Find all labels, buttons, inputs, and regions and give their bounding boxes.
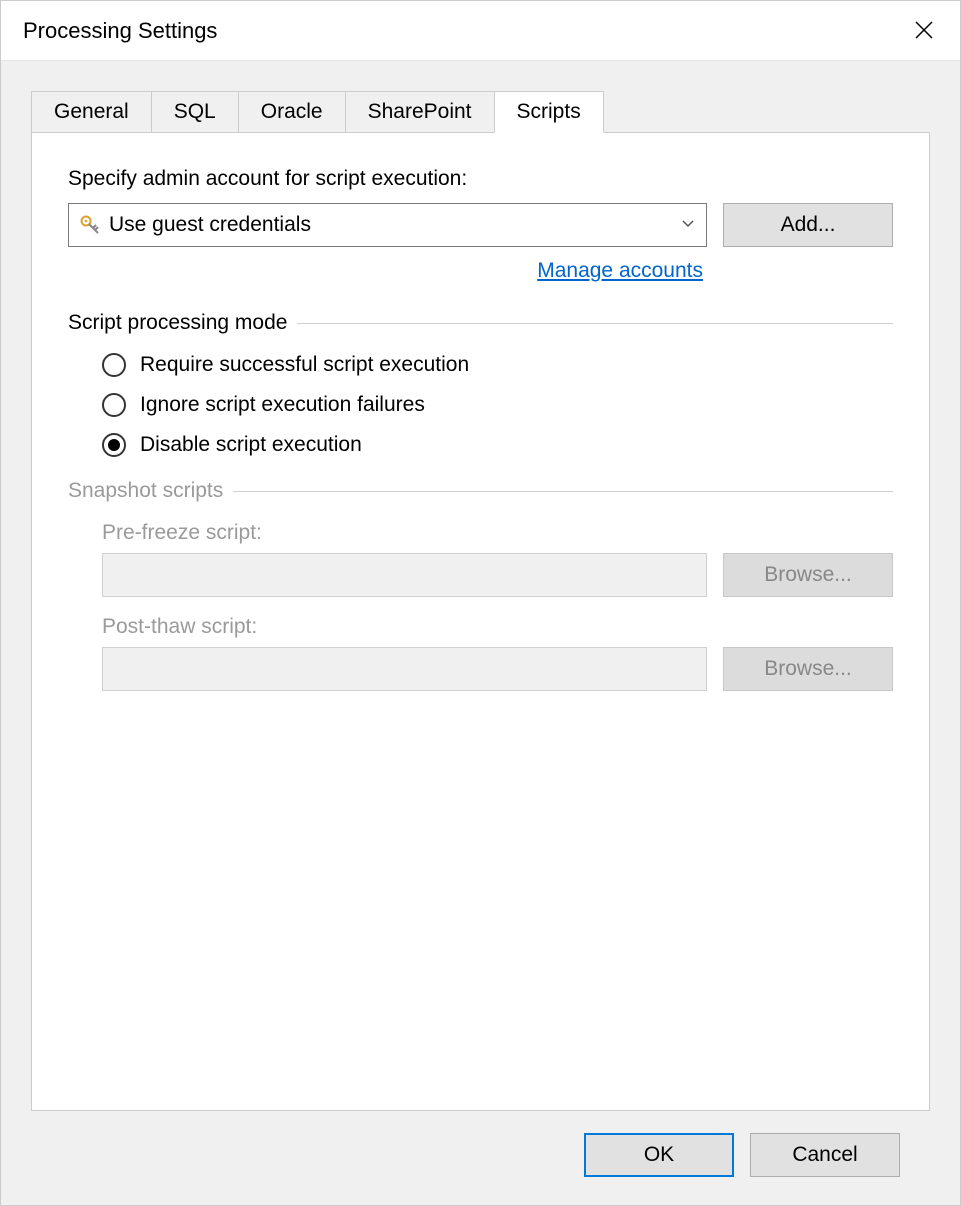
admin-account-label: Specify admin account for script executi… — [68, 167, 893, 191]
add-account-button[interactable]: Add... — [723, 203, 893, 247]
tab-oracle[interactable]: Oracle — [238, 91, 346, 133]
manage-accounts-row: Manage accounts — [68, 259, 893, 283]
tabs-row: General SQL Oracle SharePoint Scripts — [31, 91, 930, 133]
pre-freeze-input — [102, 553, 707, 597]
snapshot-title: Snapshot scripts — [68, 479, 223, 503]
chevron-down-icon — [680, 215, 696, 236]
processing-mode-title: Script processing mode — [68, 311, 287, 335]
radio-label: Disable script execution — [140, 433, 362, 457]
radio-disable-execution[interactable]: Disable script execution — [102, 433, 893, 457]
snapshot-section: Pre-freeze script: Browse... Post-thaw s… — [68, 521, 893, 691]
admin-account-selected: Use guest credentials — [109, 213, 680, 237]
snapshot-header: Snapshot scripts — [68, 479, 893, 503]
post-thaw-browse-button: Browse... — [723, 647, 893, 691]
pre-freeze-row: Browse... — [102, 553, 893, 597]
content-area: General SQL Oracle SharePoint Scripts Sp… — [1, 61, 960, 1205]
admin-account-combo[interactable]: Use guest credentials — [68, 203, 707, 247]
pre-freeze-browse-button: Browse... — [723, 553, 893, 597]
tab-scripts[interactable]: Scripts — [494, 91, 604, 133]
admin-account-row: Use guest credentials Add... — [68, 203, 893, 247]
tab-sharepoint[interactable]: SharePoint — [345, 91, 495, 133]
close-icon — [914, 20, 934, 40]
key-icon — [79, 214, 101, 236]
close-button[interactable] — [906, 13, 942, 49]
manage-accounts-link[interactable]: Manage accounts — [537, 259, 703, 282]
radio-icon — [102, 353, 126, 377]
processing-mode-header: Script processing mode — [68, 311, 893, 335]
post-thaw-input — [102, 647, 707, 691]
tab-general[interactable]: General — [31, 91, 152, 133]
cancel-button[interactable]: Cancel — [750, 1133, 900, 1177]
radio-icon — [102, 433, 126, 457]
titlebar: Processing Settings — [1, 1, 960, 61]
radio-label: Require successful script execution — [140, 353, 469, 377]
post-thaw-label: Post-thaw script: — [102, 615, 893, 639]
window-title: Processing Settings — [23, 18, 217, 44]
tab-sql[interactable]: SQL — [151, 91, 239, 133]
radio-ignore-failures[interactable]: Ignore script execution failures — [102, 393, 893, 417]
radio-label: Ignore script execution failures — [140, 393, 425, 417]
divider — [297, 323, 893, 324]
processing-mode-radios: Require successful script execution Igno… — [68, 353, 893, 457]
post-thaw-row: Browse... — [102, 647, 893, 691]
radio-require-success[interactable]: Require successful script execution — [102, 353, 893, 377]
tab-panel-scripts: Specify admin account for script executi… — [31, 132, 930, 1111]
divider — [233, 491, 893, 492]
radio-icon — [102, 393, 126, 417]
pre-freeze-label: Pre-freeze script: — [102, 521, 893, 545]
dialog-footer: OK Cancel — [31, 1111, 930, 1205]
ok-button[interactable]: OK — [584, 1133, 734, 1177]
processing-settings-dialog: Processing Settings General SQL Oracle S… — [0, 0, 961, 1206]
